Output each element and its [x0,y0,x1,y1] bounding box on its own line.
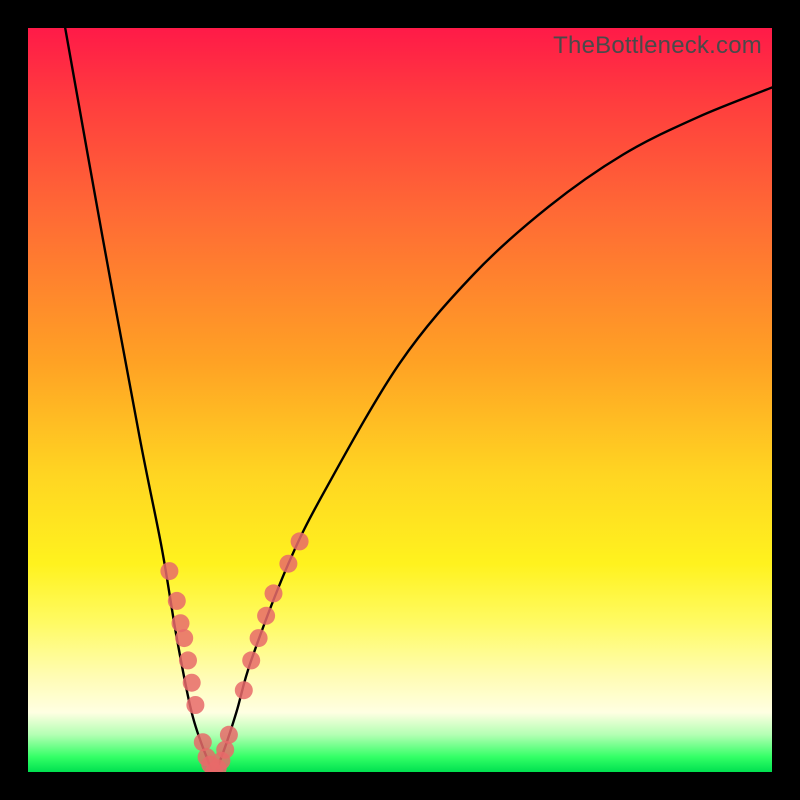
marker-bead [172,614,190,632]
marker-bead [205,763,223,772]
marker-bead [201,756,219,772]
marker-bead [175,629,193,647]
marker-bead [209,759,227,772]
marker-bead [183,674,201,692]
marker-bead [235,681,253,699]
marker-bead [168,592,186,610]
marker-bead [257,607,275,625]
bottleneck-curve-path [65,28,772,772]
marker-bead [212,752,230,770]
marker-bead [160,562,178,580]
chart-frame: TheBottleneck.com [0,0,800,800]
marker-bead [291,532,309,550]
plot-area: TheBottleneck.com [28,28,772,772]
curve-layer [28,28,772,772]
marker-bead [216,741,234,759]
marker-bead [279,555,297,573]
marker-bead [250,629,268,647]
marker-bead [198,748,216,766]
marker-bead [186,696,204,714]
marker-bead [179,651,197,669]
marker-bead [265,584,283,602]
marker-group [160,532,308,772]
watermark-text: TheBottleneck.com [553,32,762,60]
marker-bead [220,726,238,744]
marker-bead [242,651,260,669]
marker-bead [194,733,212,751]
